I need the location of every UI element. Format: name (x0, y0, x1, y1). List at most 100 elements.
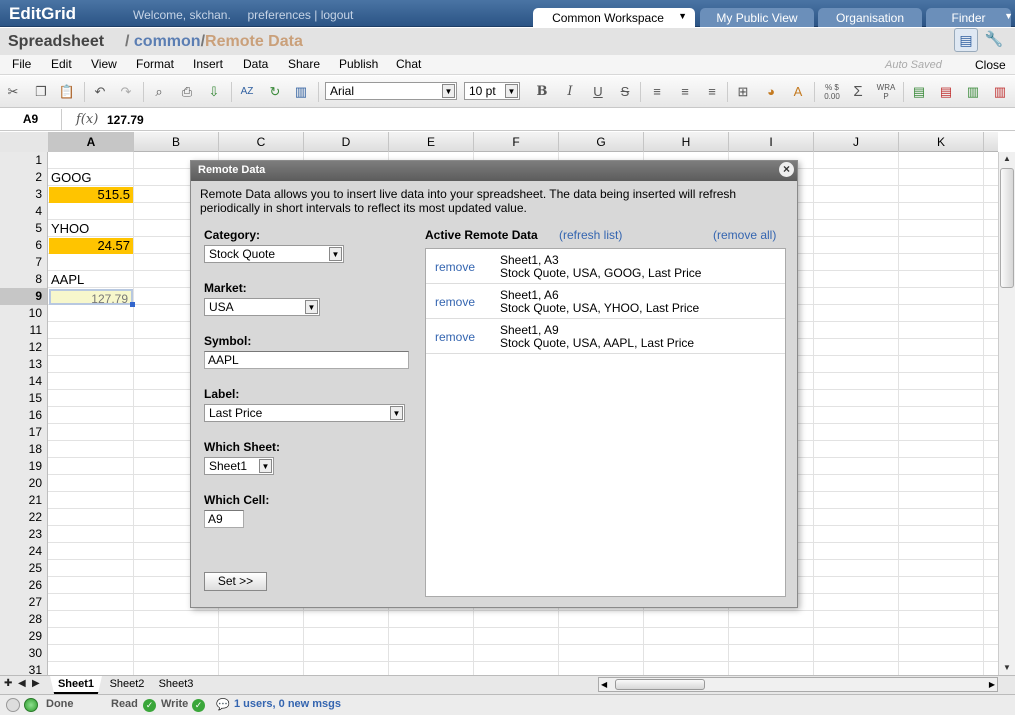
fill-handle[interactable] (130, 302, 135, 307)
row-header[interactable]: 14 (0, 373, 48, 390)
cell-a2[interactable]: GOOG (48, 170, 133, 186)
menu-share[interactable]: Share (288, 57, 320, 71)
column-header-j[interactable]: J (814, 132, 899, 152)
set-button[interactable]: Set >> (204, 572, 267, 591)
cell-a3[interactable]: 515.5 (49, 187, 133, 203)
which-cell-input[interactable]: A9 (204, 510, 244, 528)
horizontal-scrollbar[interactable]: ◀ ▶ (598, 677, 998, 692)
wrap-text-button[interactable]: WRA P (875, 83, 897, 101)
vertical-scrollbar[interactable]: ▲ ▼ (998, 152, 1015, 675)
scroll-thumb[interactable] (615, 679, 705, 690)
row-header[interactable]: 7 (0, 254, 48, 271)
row-header[interactable]: 15 (0, 390, 48, 407)
menu-insert[interactable]: Insert (193, 57, 223, 71)
tab-finder[interactable]: Finder ▼ (926, 8, 1013, 27)
logout-link[interactable]: logout (321, 8, 354, 22)
cell-a5[interactable]: YHOO (48, 221, 133, 237)
text-color-icon[interactable]: A (789, 83, 807, 101)
label-select[interactable]: Last Price ▼ (204, 404, 405, 422)
row-header[interactable]: 10 (0, 305, 48, 322)
preferences-link[interactable]: preferences (248, 8, 311, 22)
row-header[interactable]: 12 (0, 339, 48, 356)
align-left-icon[interactable]: ≡ (648, 83, 666, 101)
fill-color-icon[interactable]: ◕ (762, 83, 780, 101)
row-header[interactable]: 22 (0, 509, 48, 526)
scroll-down-icon[interactable]: ▼ (999, 661, 1015, 675)
row-header[interactable]: 19 (0, 458, 48, 475)
row-header[interactable]: 23 (0, 526, 48, 543)
row-header[interactable]: 4 (0, 203, 48, 220)
users-status-link[interactable]: 1 users, 0 new msgs (234, 698, 341, 710)
menu-publish[interactable]: Publish (339, 57, 378, 71)
menu-file[interactable]: File (12, 57, 31, 71)
menu-data[interactable]: Data (243, 57, 268, 71)
menu-view[interactable]: View (91, 57, 117, 71)
row-header[interactable]: 2 (0, 169, 48, 186)
menu-chat[interactable]: Chat (396, 57, 421, 71)
formula-input[interactable]: 127.79 (107, 113, 144, 127)
sum-button[interactable]: Σ (849, 83, 867, 101)
sort-icon[interactable]: AZ (238, 83, 256, 101)
row-header[interactable]: 25 (0, 560, 48, 577)
export-icon[interactable]: ⇩ (205, 83, 223, 101)
row-header[interactable]: 31 (0, 662, 48, 675)
view-mode-button[interactable]: ▤ (954, 28, 978, 52)
sheet-tab-sheet3[interactable]: Sheet3 (151, 676, 201, 694)
column-header-i[interactable]: I (729, 132, 814, 152)
row-header[interactable]: 1 (0, 152, 48, 169)
print-icon[interactable]: ⎙ (178, 83, 196, 101)
market-select[interactable]: USA ▼ (204, 298, 320, 316)
column-header-a[interactable]: A (49, 132, 134, 152)
redo-icon[interactable]: ↷ (117, 83, 135, 101)
chat-icon[interactable]: 💬 (216, 698, 230, 711)
row-header[interactable]: 8 (0, 271, 48, 288)
remove-link[interactable]: remove (435, 260, 475, 274)
row-header[interactable]: 3 (0, 186, 48, 203)
underline-button[interactable]: U (589, 83, 607, 101)
row-header[interactable]: 11 (0, 322, 48, 339)
remove-all-link[interactable]: (remove all) (713, 228, 776, 242)
sheet-tab-sheet2[interactable]: Sheet2 (103, 676, 151, 694)
next-sheet-icon[interactable]: ▶ (32, 678, 40, 689)
find-icon[interactable]: ⌕ (150, 83, 168, 101)
add-sheet-icon[interactable]: ✚ (4, 678, 12, 689)
row-header[interactable]: 29 (0, 628, 48, 645)
font-family-select[interactable]: Arial ▼ (325, 82, 457, 100)
which-sheet-select[interactable]: Sheet1 ▼ (204, 457, 274, 475)
corner-cell[interactable] (0, 132, 49, 152)
cell-a9-selected[interactable]: 127.79 (49, 289, 133, 306)
tab-my-public-view[interactable]: My Public View (700, 8, 814, 27)
row-header[interactable]: 20 (0, 475, 48, 492)
scroll-up-icon[interactable]: ▲ (999, 152, 1015, 166)
borders-icon[interactable]: ⊞ (734, 83, 752, 101)
column-header-b[interactable]: B (134, 132, 219, 152)
copy-icon[interactable]: ❐ (32, 83, 50, 101)
row-header[interactable]: 6 (0, 237, 48, 254)
undo-icon[interactable]: ↶ (91, 83, 109, 101)
row-header[interactable]: 18 (0, 441, 48, 458)
insert-row-icon[interactable]: ▤ (910, 83, 928, 101)
column-header-e[interactable]: E (389, 132, 474, 152)
cut-icon[interactable]: ✂ (4, 83, 22, 101)
tab-common-workspace[interactable]: Common Workspace ▼ (533, 8, 695, 27)
column-header-f[interactable]: F (474, 132, 559, 152)
menu-edit[interactable]: Edit (51, 57, 72, 71)
row-header[interactable]: 17 (0, 424, 48, 441)
delete-row-icon[interactable]: ▤ (937, 83, 955, 101)
category-select[interactable]: Stock Quote ▼ (204, 245, 344, 263)
font-size-select[interactable]: 10 pt ▼ (464, 82, 520, 100)
scroll-right-icon[interactable]: ▶ (989, 678, 995, 691)
symbol-input[interactable]: AAPL (204, 351, 409, 369)
tab-organisation[interactable]: Organisation (818, 8, 922, 27)
refresh-list-link[interactable]: (refresh list) (559, 228, 622, 242)
remove-link[interactable]: remove (435, 330, 475, 344)
row-header[interactable]: 28 (0, 611, 48, 628)
close-link[interactable]: Close (975, 58, 1006, 72)
align-center-icon[interactable]: ≡ (676, 83, 694, 101)
row-header[interactable]: 13 (0, 356, 48, 373)
column-header-g[interactable]: G (559, 132, 644, 152)
row-header[interactable]: 9 (0, 288, 48, 305)
column-header-d[interactable]: D (304, 132, 389, 152)
delete-column-icon[interactable]: ▥ (991, 83, 1009, 101)
sheet-tab-sheet1[interactable]: Sheet1 (50, 676, 102, 694)
